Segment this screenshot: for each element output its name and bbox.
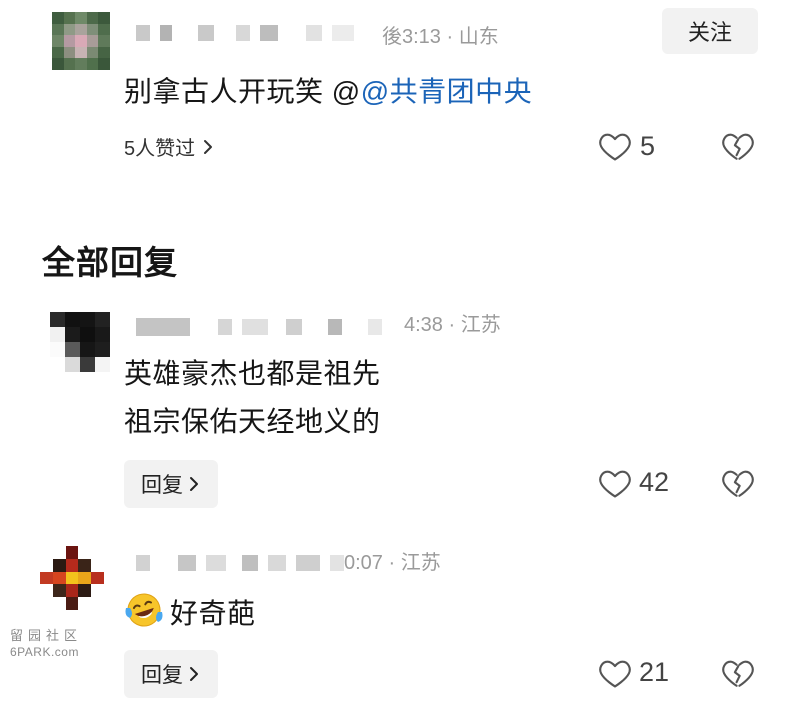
broken-heart-icon[interactable] — [721, 657, 755, 689]
avatar[interactable] — [50, 312, 110, 372]
avatar[interactable] — [40, 546, 104, 610]
watermark-title: 留园社区 — [10, 628, 83, 643]
like-count: 5 — [640, 131, 656, 161]
comment-timestamp-location: 0:07 · 江苏 — [344, 552, 441, 574]
username-blurred[interactable] — [136, 22, 354, 44]
broken-heart-icon[interactable] — [721, 467, 755, 499]
likes-summary-link[interactable]: 5人赞过 — [124, 132, 215, 161]
like-count: 42 — [639, 467, 670, 497]
heart-outline-icon[interactable] — [598, 657, 632, 689]
broken-heart-icon[interactable] — [721, 130, 755, 162]
mention-link[interactable]: @共青团中央 — [361, 76, 532, 107]
username-blurred[interactable] — [136, 316, 382, 338]
comment-timestamp-location: 後3:13 · 山东 — [382, 26, 499, 48]
laughing-crying-emoji-icon — [124, 590, 164, 630]
chevron-right-icon — [201, 138, 215, 156]
likes-summary-label: 5人赞过 — [124, 138, 196, 160]
username-blurred[interactable] — [136, 552, 344, 574]
reply-button-label: 回复 — [141, 474, 183, 497]
comment-text: 好奇葩 — [170, 598, 256, 629]
reply-button[interactable]: 回复 — [124, 460, 218, 508]
chevron-right-icon — [187, 665, 201, 683]
comment-text-body: 别拿古人开玩笑 @ — [124, 76, 361, 107]
comment-text: 别拿古人开玩笑 @@共青团中央 — [124, 70, 532, 110]
reply-button-label: 回复 — [141, 664, 183, 687]
watermark: 留园社区 6PARK.com — [10, 628, 82, 660]
avatar[interactable] — [52, 12, 110, 70]
comment-text-line: 祖宗保佑天经地义的 — [124, 406, 381, 437]
reply-button[interactable]: 回复 — [124, 650, 218, 698]
chevron-right-icon — [187, 475, 201, 493]
watermark-url: 6PARK.com — [10, 645, 79, 659]
follow-button-label: 关注 — [687, 20, 732, 45]
heart-outline-icon[interactable] — [598, 130, 632, 162]
all-replies-heading: 全部回复 — [42, 244, 178, 281]
like-count: 21 — [639, 657, 670, 687]
heart-outline-icon[interactable] — [598, 467, 632, 499]
comment-text-line: 英雄豪杰也都是祖先 — [124, 358, 381, 389]
comment-timestamp-location: 4:38 · 江苏 — [404, 314, 501, 336]
follow-button[interactable]: 关注 — [662, 8, 758, 54]
